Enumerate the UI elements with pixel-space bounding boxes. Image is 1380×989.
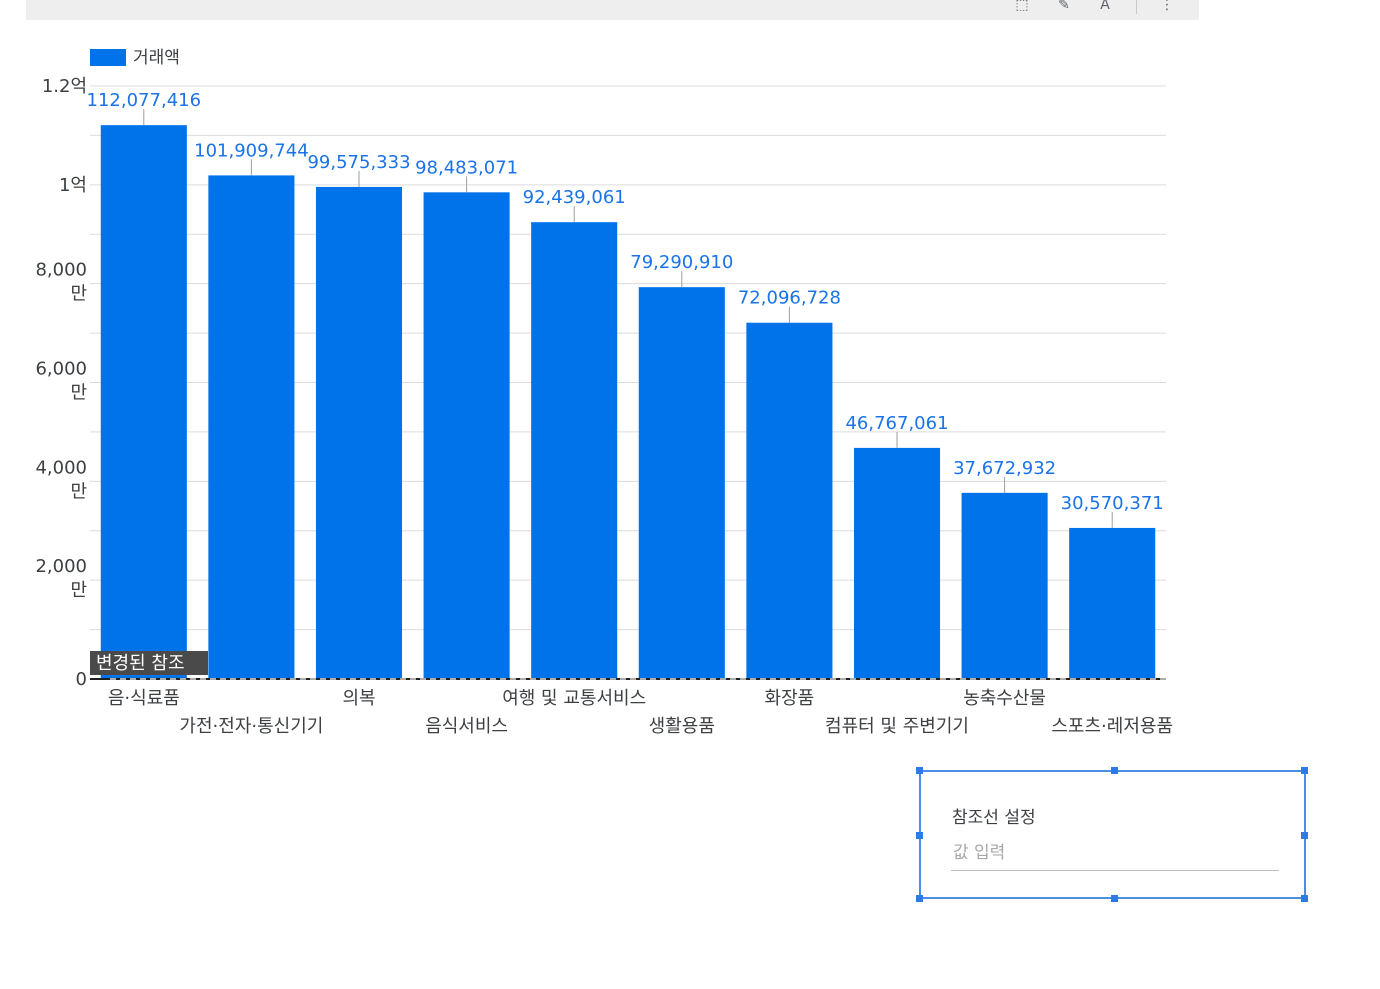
- y-tick-label: 1.2억: [42, 76, 87, 97]
- data-label: 79,290,910: [630, 252, 733, 273]
- reference-line-label: 변경된 참조: [96, 653, 185, 674]
- x-axis: 음·식료품가전·전자·통신기기 의복음식서비스 여행 및 교통서비스생활용품 화장품컴…: [90, 678, 1173, 737]
- data-label: 98,483,071: [415, 157, 518, 178]
- x-tick-label: 농축수산물: [963, 688, 1046, 709]
- x-tick-label: 여행 및 교통서비스: [502, 688, 646, 709]
- x-tick-label: 의복: [342, 688, 375, 709]
- ref-panel-title: 참조선 설정: [952, 808, 1036, 828]
- y-tick-label: 만: [70, 383, 87, 404]
- x-tick-label: 스포츠·레저용품: [1051, 716, 1173, 737]
- data-label: 92,439,061: [523, 187, 626, 208]
- resize-handle-top-left[interactable]: [916, 767, 923, 774]
- y-tick-label: 만: [70, 284, 87, 305]
- data-label: 112,077,416: [87, 90, 202, 111]
- bar: [1069, 527, 1156, 679]
- resize-handle-bottom-right[interactable]: [1301, 895, 1308, 902]
- y-tick-label: 4,000: [35, 457, 87, 478]
- x-tick-label: 컴퓨터 및 주변기기: [825, 716, 969, 737]
- bar: [961, 492, 1048, 679]
- y-axis: 0 2,000 만 4,000 만 6,000 만 8,000 만 1억 1.2억: [35, 76, 87, 690]
- bar: [853, 447, 941, 679]
- reference-value-input[interactable]: [951, 836, 1279, 871]
- bar: [315, 186, 403, 680]
- resize-handle-top[interactable]: [1111, 767, 1118, 774]
- resize-handle-right[interactable]: [1301, 832, 1308, 839]
- bar: [746, 322, 833, 679]
- y-tick-label: 만: [70, 481, 87, 502]
- data-label: 46,767,061: [845, 413, 948, 434]
- x-tick-label: 가전·전자·통신기기: [179, 716, 323, 737]
- y-tick-label: 1억: [59, 175, 87, 196]
- x-tick-label: 음식서비스: [425, 716, 508, 737]
- data-label: 101,909,744: [194, 140, 309, 161]
- legend-label: 거래액: [133, 48, 180, 68]
- bars: [100, 125, 1156, 680]
- resize-handle-top-right[interactable]: [1301, 767, 1308, 774]
- resize-handle-bottom-left[interactable]: [916, 895, 923, 902]
- data-label: 99,575,333: [307, 152, 410, 173]
- data-label: 30,570,371: [1061, 493, 1164, 514]
- bar: [531, 222, 618, 680]
- resize-handle-bottom[interactable]: [1111, 895, 1118, 902]
- bar-chart: 0 2,000 만 4,000 만 6,000 만 8,000 만 1억 1.2억 112,077,…: [35, 48, 1173, 737]
- x-tick-label: 음·식료품: [108, 688, 180, 709]
- x-tick-label: 생활용품: [649, 716, 715, 737]
- bar: [208, 175, 295, 680]
- reference-line-settings-panel[interactable]: 참조선 설정: [916, 767, 1308, 902]
- legend: 거래액: [90, 48, 180, 68]
- bar: [100, 125, 187, 680]
- data-label: 37,672,932: [953, 458, 1056, 479]
- legend-swatch: [90, 49, 126, 66]
- bar: [638, 287, 725, 679]
- y-tick-label: 만: [70, 580, 87, 601]
- resize-handle-left[interactable]: [916, 832, 923, 839]
- y-tick-label: 8,000: [35, 260, 87, 281]
- y-tick-label: 0: [76, 669, 87, 690]
- y-tick-label: 2,000: [35, 556, 87, 577]
- y-tick-label: 6,000: [35, 359, 87, 380]
- bar: [423, 192, 510, 679]
- x-tick-label: 화장품: [765, 688, 815, 709]
- data-label: 72,096,728: [738, 288, 841, 309]
